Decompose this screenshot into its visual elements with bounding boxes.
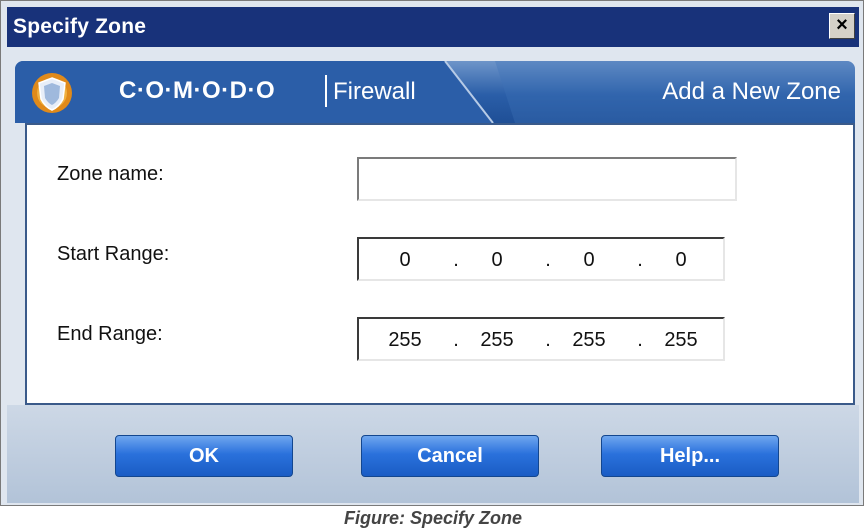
end-range-octet-3[interactable]: 255 [559,329,619,352]
end-range-ip-input[interactable]: 255 . 255 . 255 . 255 [357,317,725,361]
close-button[interactable]: × [829,13,855,39]
ip-separator: . [453,329,459,351]
ip-separator: . [545,329,551,351]
zone-name-input[interactable] [357,157,737,201]
close-icon: × [836,14,848,36]
brand-name: C·O·M·O·D·O [119,77,276,104]
window-title: Specify Zone [13,15,147,38]
start-range-label: Start Range: [57,243,170,265]
title-bar: Specify Zone × [7,7,859,47]
figure-caption: Figure: Specify Zone [343,508,523,528]
end-range-octet-2[interactable]: 255 [467,329,527,352]
specify-zone-dialog: Specify Zone × C·O·M·O·D·O Firewall Add … [0,0,864,506]
end-range-octet-4[interactable]: 255 [651,329,711,352]
comodo-shield-icon [32,73,72,113]
start-range-octet-4[interactable]: 0 [651,249,711,272]
start-range-octet-1[interactable]: 0 [375,249,435,272]
ip-separator: . [453,249,459,271]
banner-heading: Add a New Zone [662,78,841,105]
comodo-banner: C·O·M·O·D·O Firewall Add a New Zone [15,61,855,123]
product-name: Firewall [333,78,416,105]
ok-button[interactable]: OK [115,435,293,477]
start-range-octet-3[interactable]: 0 [559,249,619,272]
start-range-octet-2[interactable]: 0 [467,249,527,272]
zone-form-panel: Zone name: Start Range: 0 . 0 . 0 . 0 En… [25,123,855,405]
start-range-ip-input[interactable]: 0 . 0 . 0 . 0 [357,237,725,281]
ip-separator: . [637,329,643,351]
button-bar: OK Cancel Help... [7,405,859,503]
cancel-button[interactable]: Cancel [361,435,539,477]
end-range-label: End Range: [57,323,163,345]
ip-separator: . [545,249,551,271]
end-range-octet-1[interactable]: 255 [375,329,435,352]
help-button[interactable]: Help... [601,435,779,477]
zone-name-label: Zone name: [57,163,164,185]
brand-divider [325,75,327,107]
ip-separator: . [637,249,643,271]
